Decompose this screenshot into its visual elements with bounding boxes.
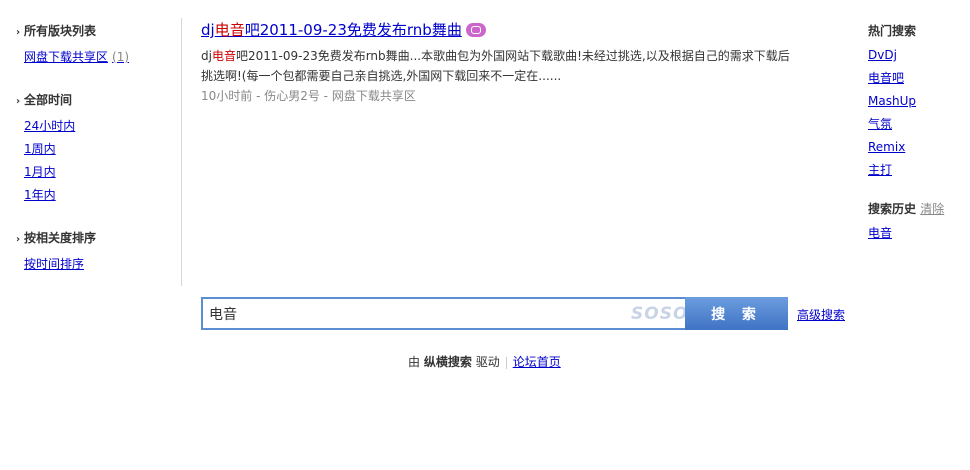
- search-history-title: 搜索历史 清除: [868, 202, 945, 216]
- search-button[interactable]: 搜 索: [685, 297, 788, 330]
- search-history-block: 搜索历史 清除 电音: [868, 200, 968, 245]
- sort-filter-title: › 按相关度排序: [16, 229, 176, 249]
- chevron-right-icon: ›: [16, 234, 21, 245]
- attachment-badge-icon: [465, 22, 486, 37]
- chevron-right-icon: ›: [16, 96, 21, 107]
- hot-search-item[interactable]: 主打: [868, 159, 968, 182]
- forum-home-link[interactable]: 论坛首页: [513, 355, 561, 369]
- footer: 由 纵横搜索 驱动 论坛首页: [408, 355, 561, 369]
- hot-search-item[interactable]: 电音吧: [868, 67, 968, 90]
- time-filter: › 全部时间 24小时内 1周内 1月内 1年内: [16, 91, 176, 207]
- time-filter-1month[interactable]: 1月内: [16, 161, 176, 184]
- left-sidebar: › 所有版块列表 网盘下载共享区 (1) › 全部时间 24小时内 1周内 1月内 1…: [16, 22, 176, 298]
- chevron-right-icon: ›: [16, 27, 21, 38]
- engine-name: 纵横搜索: [423, 355, 472, 369]
- hot-search-item[interactable]: DvDj: [868, 44, 968, 67]
- footer-divider: [505, 356, 507, 369]
- hot-search-item[interactable]: 气氛: [868, 113, 968, 136]
- hot-search-block: 热门搜索 DvDj 电音吧 MashUp 气氛 Remix 主打: [868, 22, 968, 182]
- forum-list-filter: › 所有版块列表 网盘下载共享区 (1): [16, 22, 176, 69]
- time-filter-1year[interactable]: 1年内: [16, 184, 176, 207]
- advanced-search-link[interactable]: 高级搜索: [797, 306, 845, 323]
- forum-item-count: (1): [112, 50, 130, 64]
- hot-search-item[interactable]: Remix: [868, 136, 968, 159]
- hot-search-item[interactable]: MashUp: [868, 90, 968, 113]
- search-result: dj电音吧2011-09-23免费发布rnb舞曲 dj电音吧2011-09-23…: [201, 20, 811, 106]
- right-sidebar: 热门搜索 DvDj 电音吧 MashUp 气氛 Remix 主打 搜索历史 清除…: [868, 22, 968, 263]
- forum-item-netdisk[interactable]: 网盘下载共享区 (1): [16, 46, 176, 69]
- search-input[interactable]: [209, 304, 629, 324]
- time-filter-24h[interactable]: 24小时内: [16, 115, 176, 138]
- clear-history-link[interactable]: 清除: [920, 202, 944, 216]
- result-title-link[interactable]: dj电音吧2011-09-23免费发布rnb舞曲: [201, 21, 462, 39]
- soso-logo: SOSO: [631, 304, 689, 324]
- sort-by-time-link[interactable]: 按时间排序: [16, 253, 176, 276]
- history-item[interactable]: 电音: [868, 222, 968, 245]
- sort-filter: › 按相关度排序 按时间排序: [16, 229, 176, 276]
- forum-list-title: › 所有版块列表: [16, 22, 176, 42]
- result-meta: 10小时前 - 伤心男2号 - 网盘下载共享区: [201, 89, 416, 103]
- time-filter-title: › 全部时间: [16, 91, 176, 111]
- result-snippet: dj电音吧2011-09-23免费发布rnb舞曲...本歌曲包为外国网站下载歌曲…: [201, 49, 790, 83]
- search-box: SOSO: [201, 297, 689, 330]
- time-filter-1week[interactable]: 1周内: [16, 138, 176, 161]
- sidebar-divider: [181, 18, 182, 286]
- hot-search-title: 热门搜索: [868, 24, 917, 38]
